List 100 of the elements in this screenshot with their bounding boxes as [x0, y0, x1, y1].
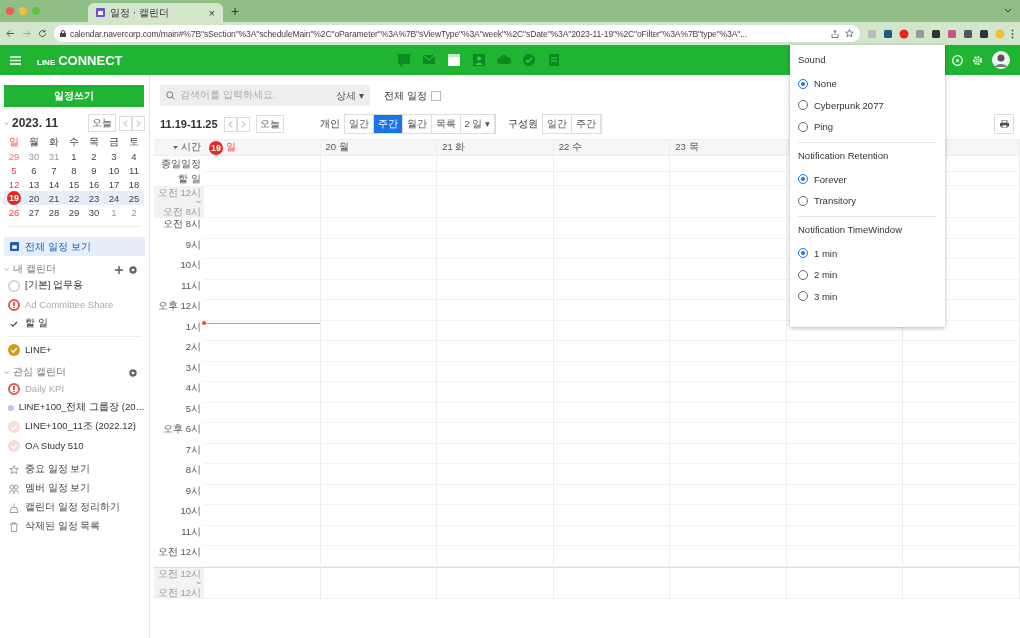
calendar-day[interactable]: 9 — [91, 164, 97, 176]
browser-tab[interactable]: 일정 · 캘린더 × — [88, 3, 223, 22]
calendar-cell[interactable] — [204, 300, 321, 321]
contact-icon[interactable] — [471, 53, 486, 67]
collapse-icon[interactable] — [4, 370, 9, 375]
sidebar-link[interactable]: 멤버 일정 보기 — [25, 482, 91, 495]
calendar-day[interactable]: 3 — [111, 150, 117, 162]
calendar-day[interactable]: 21 — [48, 192, 60, 204]
sidebar-link[interactable]: 삭제된 일정 목록 — [25, 520, 101, 533]
calendar-cell[interactable] — [670, 172, 787, 186]
all-events-item[interactable]: 전체 일정 보기 — [4, 237, 145, 256]
radio-button[interactable] — [798, 291, 808, 302]
calendar-day[interactable]: 12 — [8, 178, 20, 190]
sidebar-link[interactable]: 중요 일정 보기 — [25, 463, 91, 476]
calendar-cell[interactable] — [903, 566, 1020, 599]
checked-circle-icon[interactable] — [8, 439, 20, 452]
previous-month-button[interactable] — [119, 115, 132, 131]
calendar-day[interactable]: 13 — [28, 178, 40, 190]
calendar-cell[interactable] — [320, 320, 438, 341]
calendar-day[interactable]: 7 — [51, 164, 57, 176]
calendar-day[interactable]: 17 — [108, 178, 120, 190]
calendar-name[interactable]: LINE+100_11조 (2022.12) — [25, 420, 136, 433]
radio-button[interactable] — [798, 100, 808, 111]
day-header[interactable]: 23 목 — [675, 141, 699, 154]
option-label[interactable]: Ping — [814, 121, 833, 133]
calendar-day[interactable]: 26 — [8, 206, 20, 218]
cloud-icon[interactable] — [496, 53, 511, 67]
option-label[interactable]: 1 min — [814, 247, 838, 259]
week-row[interactable]: 5 6 7 8 9 10 11 — [4, 163, 144, 177]
collapse-icon[interactable] — [4, 267, 9, 272]
radio-button[interactable] — [798, 269, 808, 280]
today-button[interactable]: 오늘 — [88, 114, 116, 132]
day-header[interactable]: 20 월 — [325, 141, 349, 154]
calendar-cell[interactable] — [553, 566, 671, 599]
day-header-cell[interactable]: 22 수 — [553, 140, 671, 156]
calendar-day[interactable]: 29 — [68, 206, 80, 218]
option-label[interactable]: 2 min — [814, 269, 838, 281]
calendar-day[interactable]: 25 — [128, 192, 140, 204]
reload-icon[interactable] — [38, 29, 47, 38]
maximize-window-icon[interactable] — [32, 7, 40, 15]
radio-button[interactable] — [798, 78, 808, 89]
extension-icon[interactable] — [931, 28, 941, 39]
calendar-cell[interactable] — [670, 238, 787, 259]
check-circle-icon[interactable] — [521, 53, 536, 67]
calendar-day[interactable]: 6 — [31, 164, 37, 176]
calendar-cell[interactable] — [670, 218, 787, 239]
calendar-day[interactable]: 18 — [128, 178, 140, 190]
chat-icon[interactable] — [396, 53, 411, 67]
calendar-day[interactable]: 5 — [11, 164, 17, 176]
next-month-button[interactable] — [132, 115, 145, 131]
clipboard-icon[interactable] — [546, 53, 561, 67]
checkbox[interactable] — [430, 90, 441, 101]
detail-dropdown[interactable]: 상세 ▾ — [336, 88, 364, 103]
calendar-day[interactable]: 8 — [71, 164, 77, 176]
search-field[interactable]: 검색어를 입력하세요. 상세 ▾ — [160, 85, 370, 106]
next-week-button[interactable] — [236, 116, 250, 132]
calendar-cell[interactable] — [670, 320, 787, 341]
star-icon[interactable] — [845, 29, 854, 38]
view-tab[interactable]: 월간 — [402, 115, 432, 133]
view-tab[interactable]: 일간 — [542, 115, 572, 133]
calendar-icon[interactable] — [446, 53, 461, 67]
more-icon[interactable] — [1011, 28, 1014, 39]
option-label[interactable]: None — [814, 78, 837, 90]
new-tab-button[interactable]: + — [231, 3, 240, 19]
tab-close-button[interactable]: × — [208, 6, 215, 19]
calendar-cell[interactable] — [670, 566, 787, 599]
checked-circle-icon[interactable] — [8, 420, 20, 433]
calendar-day[interactable]: 14 — [48, 178, 60, 190]
week-row[interactable]: 29 30 31 1 2 3 4 — [4, 149, 144, 163]
calendar-name[interactable]: LINE+100_전체 그룹장 (20… — [18, 401, 145, 414]
calendar-day[interactable]: 16 — [88, 178, 100, 190]
option-label[interactable]: Transitory — [814, 195, 856, 207]
collapse-icon[interactable] — [4, 120, 9, 126]
view-tab[interactable]: 주간 — [571, 115, 601, 133]
print-button[interactable] — [994, 114, 1014, 134]
week-row[interactable]: 26 27 28 29 30 1 2 — [4, 205, 144, 219]
view-tab[interactable]: 일간 — [344, 115, 374, 133]
chevron-down-icon[interactable] — [1004, 8, 1012, 14]
calendar-name[interactable]: [기본] 업무용 — [25, 279, 83, 292]
radio-button[interactable] — [798, 195, 808, 206]
mail-icon[interactable] — [421, 53, 436, 67]
day-header-cell[interactable]: 21 화 — [437, 140, 554, 156]
calendar-cell[interactable] — [320, 566, 438, 599]
extension-icon[interactable] — [883, 28, 893, 39]
calendar-cell[interactable] — [670, 546, 787, 567]
calendar-day[interactable]: 28 — [48, 206, 60, 218]
settings-icon[interactable] — [129, 265, 137, 274]
calendar-day[interactable]: 11 — [129, 164, 139, 176]
avatar[interactable] — [992, 51, 1010, 69]
sidebar-link[interactable]: 캘린더 일정 정리하기 — [25, 501, 121, 514]
calendar-cell[interactable] — [204, 156, 321, 172]
calendar-name[interactable]: LINE+ — [25, 344, 52, 355]
calendar-cell[interactable] — [437, 566, 554, 599]
menu-icon[interactable] — [10, 55, 21, 65]
calendar-cell[interactable] — [903, 546, 1020, 567]
day-header[interactable]: 21 화 — [442, 141, 466, 154]
view-tab[interactable]: 주간 — [373, 115, 403, 133]
previous-week-button[interactable] — [223, 116, 237, 132]
plus-icon[interactable] — [115, 265, 123, 274]
calendar-day[interactable]: 20 — [28, 192, 40, 204]
